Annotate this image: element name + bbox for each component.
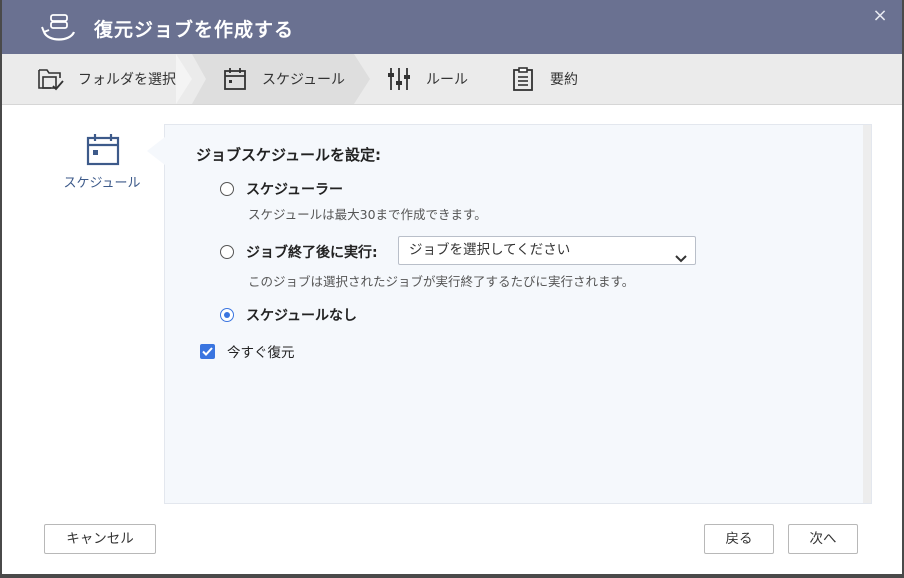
scrollbar-track[interactable] bbox=[863, 125, 871, 503]
radio-run-after-job[interactable] bbox=[220, 245, 234, 259]
step-schedule[interactable]: スケジュール bbox=[220, 54, 345, 104]
option-label: スケジューラー bbox=[246, 182, 344, 198]
step-label: 要約 bbox=[550, 72, 578, 88]
schedule-heading: ジョブスケジュールを設定: bbox=[196, 146, 381, 164]
calendar-icon bbox=[220, 64, 250, 94]
option-run-after-job-desc: このジョブは選択されたジョブが実行終了するたびに実行されます。 bbox=[248, 274, 635, 289]
back-button[interactable]: 戻る bbox=[704, 524, 774, 554]
restore-now-label: 今すぐ復元 bbox=[227, 345, 295, 361]
leftnav-item-schedule[interactable]: スケジュール bbox=[42, 130, 162, 200]
create-restore-job-dialog: 復元ジョブを作成する × フォルダを選択 スケジュール ルール 要約 スケジュー… bbox=[2, 0, 902, 574]
option-label: ジョブ終了後に実行: bbox=[246, 245, 378, 261]
cancel-button[interactable]: キャンセル bbox=[44, 524, 156, 554]
dialog-title: 復元ジョブを作成する bbox=[94, 19, 295, 41]
restore-now-checkbox[interactable] bbox=[200, 343, 215, 359]
job-select-value: ジョブを選択してください bbox=[409, 242, 571, 258]
leftnav-label: スケジュール bbox=[63, 176, 141, 191]
step-rules[interactable]: ルール bbox=[384, 54, 468, 104]
job-select[interactable]: ジョブを選択してください bbox=[398, 236, 696, 265]
sliders-icon bbox=[384, 64, 414, 94]
check-icon bbox=[202, 346, 213, 356]
step-label: スケジュール bbox=[262, 72, 346, 88]
next-button[interactable]: 次へ bbox=[788, 524, 858, 554]
option-scheduler[interactable]: スケジューラー bbox=[220, 179, 343, 199]
panel-pointer bbox=[147, 137, 165, 165]
option-label: スケジュールなし bbox=[246, 308, 358, 324]
step-select-folder[interactable]: フォルダを選択 bbox=[36, 54, 176, 104]
restore-job-icon bbox=[40, 12, 78, 46]
close-button[interactable]: × bbox=[868, 4, 892, 28]
folder-check-icon bbox=[36, 64, 66, 94]
title-bar: 復元ジョブを作成する × bbox=[2, 0, 902, 54]
step-label: フォルダを選択 bbox=[78, 72, 176, 88]
option-scheduler-desc: スケジュールは最大30まで作成できます。 bbox=[248, 207, 487, 222]
option-run-after-job[interactable]: ジョブ終了後に実行: bbox=[220, 242, 378, 262]
chevron-down-icon bbox=[675, 246, 687, 273]
clipboard-icon bbox=[508, 64, 538, 94]
step-separator bbox=[176, 54, 192, 104]
restore-now-row[interactable]: 今すぐ復元 bbox=[200, 341, 295, 361]
step-summary[interactable]: 要約 bbox=[508, 54, 578, 104]
radio-no-schedule[interactable] bbox=[220, 308, 234, 322]
radio-scheduler[interactable] bbox=[220, 182, 234, 196]
step-bar: フォルダを選択 スケジュール ルール 要約 bbox=[2, 54, 902, 105]
calendar-icon bbox=[86, 132, 120, 170]
step-label: ルール bbox=[426, 72, 468, 88]
option-no-schedule[interactable]: スケジュールなし bbox=[220, 305, 357, 325]
